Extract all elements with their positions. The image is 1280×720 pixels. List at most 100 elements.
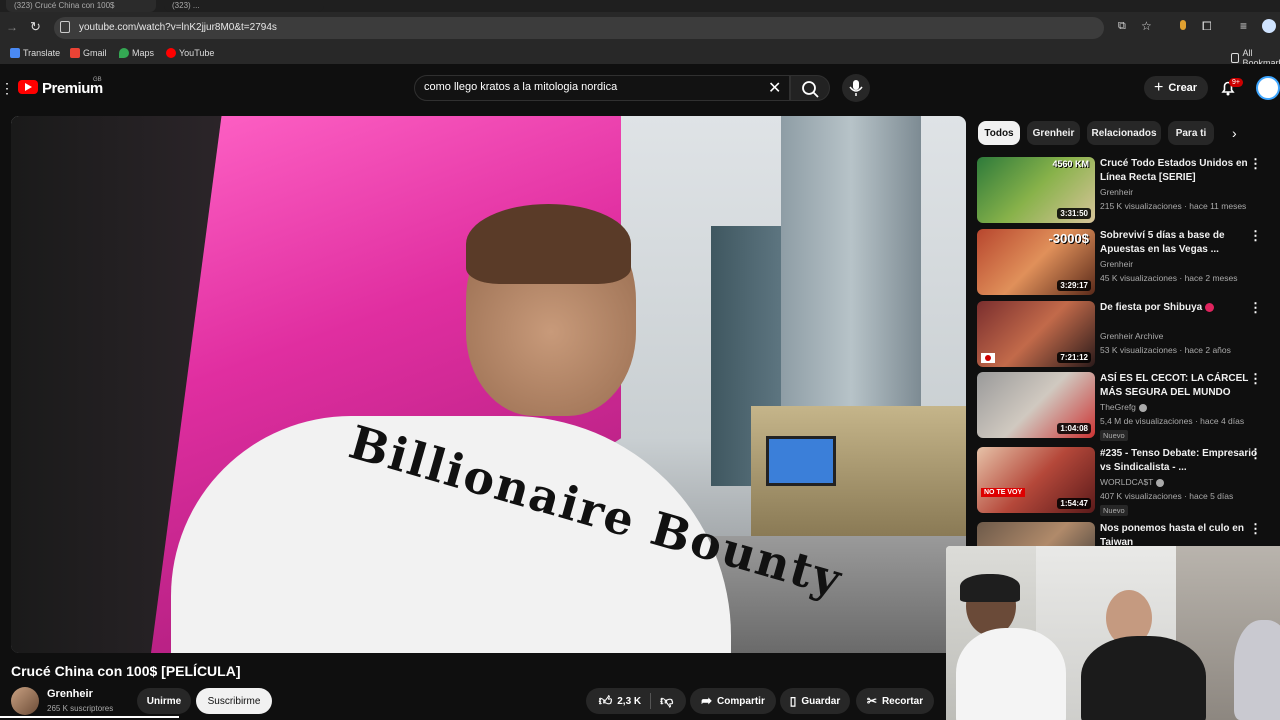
account-avatar[interactable]: [1256, 76, 1280, 100]
video-duration: 1:04:08: [1057, 423, 1091, 434]
back-icon[interactable]: →: [6, 20, 18, 34]
gmail-icon: [70, 48, 80, 58]
like-dislike-group[interactable]: 👍︎ 2,3 K 👎︎: [586, 688, 686, 714]
channel-subscribers: 265 K suscriptores: [47, 704, 114, 713]
bookmark-translate[interactable]: Translate: [10, 48, 60, 58]
recommendation-channel[interactable]: WORLDCA$T: [1100, 477, 1165, 487]
video-player[interactable]: Billionaire Bounty: [11, 116, 966, 653]
chip-grenheir[interactable]: Grenheir: [1027, 121, 1080, 145]
recommendation-item[interactable]: 4560 KM 3:31:50 Crucé Todo Estados Unido…: [977, 157, 1277, 225]
recommendation-title[interactable]: ASÍ ES EL CECOT: LA CÁRCEL MÁS SEGURA DE…: [1100, 372, 1260, 400]
recommendation-item[interactable]: -3000$ 3:29:17 Sobreviví 5 días a base d…: [977, 229, 1277, 297]
recommendation-item[interactable]: 1:04:08 ASÍ ES EL CECOT: LA CÁRCEL MÁS S…: [977, 372, 1277, 441]
extension-icon[interactable]: [1180, 20, 1186, 30]
menu-icon[interactable]: ⋮: [0, 80, 14, 97]
search-query[interactable]: como llego kratos a la mitologia nordica: [424, 81, 617, 93]
tab-search-icon[interactable]: ≡: [1240, 19, 1247, 33]
recommendation-meta: 45 K visualizaciones · hace 2 meses: [1100, 273, 1238, 283]
browser-tab-active[interactable]: (323) Crucé China con 100$: [6, 0, 156, 12]
recommendation-channel[interactable]: Grenheir: [1100, 187, 1133, 197]
profile-icon[interactable]: [1262, 19, 1276, 33]
recommendation-meta: 53 K visualizaciones · hace 2 años: [1100, 345, 1231, 355]
recommendation-item[interactable]: 7:21:12 De fiesta por Shibuya Grenheir A…: [977, 301, 1277, 369]
chevron-right-icon[interactable]: ›: [1232, 125, 1237, 141]
recommendation-title[interactable]: Crucé Todo Estados Unidos en Línea Recta…: [1100, 157, 1260, 185]
bookmark-maps[interactable]: Maps: [119, 48, 154, 58]
recommendation-meta: 215 K visualizaciones · hace 11 meses: [1100, 201, 1247, 211]
like-count: 2,3 K: [617, 695, 642, 707]
recommendation-title[interactable]: De fiesta por Shibuya: [1100, 301, 1260, 315]
recommendation-item[interactable]: NO TE VOY 1:54:47 #235 - Tenso Debate: E…: [977, 447, 1277, 516]
share-icon: ➦: [701, 693, 713, 708]
recommendation-title[interactable]: Nos ponemos hasta el culo en Taiwan: [1100, 522, 1260, 546]
subscribe-button[interactable]: Suscribirme: [196, 688, 272, 714]
channel-avatar[interactable]: [11, 687, 39, 715]
chip-para-ti[interactable]: Para ti: [1168, 121, 1214, 145]
create-button[interactable]: + Crear: [1144, 76, 1208, 100]
recommendation-channel[interactable]: Grenheir Archive: [1100, 331, 1163, 341]
voice-search-button[interactable]: [842, 74, 870, 102]
channel-name[interactable]: Grenheir: [47, 688, 93, 700]
japan-flag-icon: [981, 353, 995, 363]
recommendation-title[interactable]: #235 - Tenso Debate: Empresario vs Sindi…: [1100, 447, 1260, 475]
search-button[interactable]: [790, 75, 830, 101]
webcam-person-body-2: [1081, 636, 1206, 720]
youtube-icon: [166, 48, 176, 58]
more-icon[interactable]: ⋮: [1249, 157, 1262, 171]
more-icon[interactable]: ⋮: [1249, 372, 1262, 386]
channel-name-text: WORLDCA$T: [1100, 477, 1154, 487]
video-progress[interactable]: [0, 716, 180, 718]
close-icon[interactable]: ✕: [768, 78, 781, 98]
microphone-icon: [849, 80, 863, 96]
site-info-icon[interactable]: [60, 21, 70, 33]
scissors-icon: ✂: [866, 694, 877, 708]
video-frame-billboard: [766, 436, 836, 486]
recommendation-meta: 407 K visualizaciones · hace 5 días: [1100, 491, 1234, 501]
recommendation-meta: 5,4 M de visualizaciones · hace 4 días: [1100, 416, 1245, 426]
video-thumbnail[interactable]: 1:04:08: [977, 372, 1095, 438]
video-duration: 3:29:17: [1057, 280, 1091, 291]
heart-emoji-icon: [1205, 302, 1215, 312]
new-badge: Nuevo: [1100, 505, 1128, 516]
plus-icon: +: [1154, 79, 1164, 96]
clip-button[interactable]: ✂ Recortar: [856, 688, 934, 714]
notification-badge: 9+: [1229, 78, 1243, 87]
more-icon[interactable]: ⋮: [1249, 447, 1262, 461]
recommendation-title[interactable]: Sobreviví 5 días a base de Apuestas en l…: [1100, 229, 1260, 257]
video-thumbnail[interactable]: 7:21:12: [977, 301, 1095, 367]
video-thumbnail[interactable]: -3000$ 3:29:17: [977, 229, 1095, 295]
youtube-logo-icon[interactable]: [18, 80, 38, 94]
install-icon[interactable]: ⧉: [1118, 20, 1126, 33]
join-button[interactable]: Unirme: [137, 688, 191, 714]
share-button[interactable]: ➦ Compartir: [690, 688, 776, 714]
video-frame-hair: [466, 204, 631, 284]
url-text[interactable]: youtube.com/watch?v=lnK2jjur8M0&t=2794s: [79, 22, 277, 33]
recommendation-channel[interactable]: Grenheir: [1100, 259, 1133, 269]
thumbs-up-icon[interactable]: 👍︎: [599, 693, 613, 709]
chip-relacionados[interactable]: Relacionados: [1087, 121, 1161, 145]
video-thumbnail[interactable]: 4560 KM 3:31:50: [977, 157, 1095, 223]
more-icon[interactable]: ⋮: [1249, 301, 1262, 315]
reload-icon[interactable]: ↻: [30, 19, 41, 35]
recommendation-channel[interactable]: TheGrefg: [1100, 402, 1147, 412]
save-button[interactable]: ▯ Guardar: [780, 688, 850, 714]
maps-icon: [119, 48, 129, 58]
thumbs-down-icon[interactable]: 👎︎: [660, 693, 673, 709]
recommendation-item[interactable]: Nos ponemos hasta el culo en Taiwan ⋮: [977, 522, 1277, 546]
video-thumbnail[interactable]: NO TE VOY 1:54:47: [977, 447, 1095, 513]
more-icon[interactable]: ⋮: [1249, 522, 1262, 536]
webcam-person-body: [956, 628, 1066, 720]
star-icon[interactable]: ☆: [1141, 19, 1152, 33]
folder-icon: [1231, 53, 1240, 63]
more-icon[interactable]: ⋮: [1249, 229, 1262, 243]
bookmark-gmail[interactable]: Gmail: [70, 48, 107, 58]
bookmark-youtube[interactable]: YouTube: [166, 48, 214, 58]
chip-todos[interactable]: Todos: [978, 121, 1020, 145]
video-thumbnail[interactable]: [977, 522, 1095, 546]
extensions-puzzle-icon[interactable]: ⧠: [1202, 19, 1212, 34]
channel-name-text: TheGrefg: [1100, 402, 1136, 412]
webcam-overlay: [946, 546, 1280, 720]
browser-tab[interactable]: (323) ...: [164, 0, 324, 12]
thumbnail-overlay-text: NO TE VOY: [981, 488, 1026, 497]
search-icon: [802, 81, 819, 98]
